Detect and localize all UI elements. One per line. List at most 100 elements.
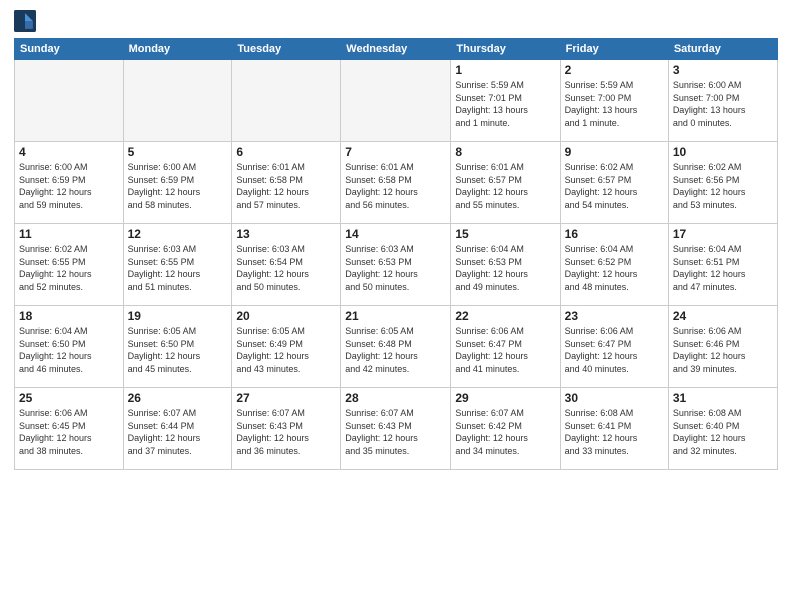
day-info: Sunrise: 6:07 AM Sunset: 6:43 PM Dayligh… [236, 407, 336, 457]
weekday-header: Saturday [668, 39, 777, 60]
day-number: 8 [455, 145, 555, 159]
day-info: Sunrise: 6:07 AM Sunset: 6:43 PM Dayligh… [345, 407, 446, 457]
weekday-header: Monday [123, 39, 232, 60]
day-number: 2 [565, 63, 664, 77]
day-number: 10 [673, 145, 773, 159]
weekday-header: Thursday [451, 39, 560, 60]
calendar-cell: 11 Sunrise: 6:02 AM Sunset: 6:55 PM Dayli… [15, 224, 124, 306]
day-number: 26 [128, 391, 228, 405]
day-info: Sunrise: 6:05 AM Sunset: 6:48 PM Dayligh… [345, 325, 446, 375]
calendar-cell: 9 Sunrise: 6:02 AM Sunset: 6:57 PM Daylig… [560, 142, 668, 224]
calendar-cell: 15 Sunrise: 6:04 AM Sunset: 6:53 PM Dayli… [451, 224, 560, 306]
day-number: 11 [19, 227, 119, 241]
day-number: 25 [19, 391, 119, 405]
day-info: Sunrise: 6:05 AM Sunset: 6:50 PM Dayligh… [128, 325, 228, 375]
calendar-cell [15, 60, 124, 142]
calendar-cell: 30 Sunrise: 6:08 AM Sunset: 6:41 PM Dayli… [560, 388, 668, 470]
day-info: Sunrise: 5:59 AM Sunset: 7:00 PM Dayligh… [565, 79, 664, 129]
day-info: Sunrise: 6:00 AM Sunset: 6:59 PM Dayligh… [19, 161, 119, 211]
day-number: 23 [565, 309, 664, 323]
day-number: 15 [455, 227, 555, 241]
calendar-cell: 31 Sunrise: 6:08 AM Sunset: 6:40 PM Dayli… [668, 388, 777, 470]
day-info: Sunrise: 6:07 AM Sunset: 6:42 PM Dayligh… [455, 407, 555, 457]
day-info: Sunrise: 6:01 AM Sunset: 6:57 PM Dayligh… [455, 161, 555, 211]
day-info: Sunrise: 6:04 AM Sunset: 6:50 PM Dayligh… [19, 325, 119, 375]
calendar-cell: 26 Sunrise: 6:07 AM Sunset: 6:44 PM Dayli… [123, 388, 232, 470]
day-info: Sunrise: 6:04 AM Sunset: 6:53 PM Dayligh… [455, 243, 555, 293]
calendar-week-row: 25Sunrise: 6:06 AM Sunset: 6:45 PM Dayli… [15, 388, 778, 470]
weekday-header: Sunday [15, 39, 124, 60]
calendar-cell [341, 60, 451, 142]
day-info: Sunrise: 6:01 AM Sunset: 6:58 PM Dayligh… [345, 161, 446, 211]
day-info: Sunrise: 6:06 AM Sunset: 6:47 PM Dayligh… [565, 325, 664, 375]
day-number: 19 [128, 309, 228, 323]
day-number: 1 [455, 63, 555, 77]
day-number: 7 [345, 145, 446, 159]
calendar-cell: 23 Sunrise: 6:06 AM Sunset: 6:47 PM Dayli… [560, 306, 668, 388]
day-info: Sunrise: 6:06 AM Sunset: 6:47 PM Dayligh… [455, 325, 555, 375]
day-info: Sunrise: 6:04 AM Sunset: 6:52 PM Dayligh… [565, 243, 664, 293]
day-info: Sunrise: 6:01 AM Sunset: 6:58 PM Dayligh… [236, 161, 336, 211]
day-number: 3 [673, 63, 773, 77]
calendar-cell: 14Sunrise: 6:03 AM Sunset: 6:53 PM Dayli… [341, 224, 451, 306]
calendar-cell [123, 60, 232, 142]
day-info: Sunrise: 6:00 AM Sunset: 7:00 PM Dayligh… [673, 79, 773, 129]
day-number: 13 [236, 227, 336, 241]
calendar-cell: 20 Sunrise: 6:05 AM Sunset: 6:49 PM Dayli… [232, 306, 341, 388]
calendar-cell: 12Sunrise: 6:03 AM Sunset: 6:55 PM Dayli… [123, 224, 232, 306]
day-info: Sunrise: 6:02 AM Sunset: 6:55 PM Dayligh… [19, 243, 119, 293]
day-info: Sunrise: 6:08 AM Sunset: 6:40 PM Dayligh… [673, 407, 773, 457]
calendar-cell: 2 Sunrise: 5:59 AM Sunset: 7:00 PM Daylig… [560, 60, 668, 142]
calendar-cell: 25Sunrise: 6:06 AM Sunset: 6:45 PM Dayli… [15, 388, 124, 470]
calendar-cell: 21 Sunrise: 6:05 AM Sunset: 6:48 PM Dayli… [341, 306, 451, 388]
day-info: Sunrise: 6:07 AM Sunset: 6:44 PM Dayligh… [128, 407, 228, 457]
calendar-table: SundayMondayTuesdayWednesdayThursdayFrid… [14, 38, 778, 470]
calendar-cell: 29Sunrise: 6:07 AM Sunset: 6:42 PM Dayli… [451, 388, 560, 470]
calendar-week-row: 11 Sunrise: 6:02 AM Sunset: 6:55 PM Dayli… [15, 224, 778, 306]
calendar-cell: 1 Sunrise: 5:59 AM Sunset: 7:01 PM Daylig… [451, 60, 560, 142]
day-number: 31 [673, 391, 773, 405]
day-number: 9 [565, 145, 664, 159]
day-number: 28 [345, 391, 446, 405]
day-info: Sunrise: 6:02 AM Sunset: 6:56 PM Dayligh… [673, 161, 773, 211]
day-info: Sunrise: 5:59 AM Sunset: 7:01 PM Dayligh… [455, 79, 555, 129]
calendar-cell [232, 60, 341, 142]
day-number: 27 [236, 391, 336, 405]
day-number: 14 [345, 227, 446, 241]
weekday-header: Friday [560, 39, 668, 60]
logo-icon [14, 10, 36, 32]
weekday-header: Wednesday [341, 39, 451, 60]
day-info: Sunrise: 6:05 AM Sunset: 6:49 PM Dayligh… [236, 325, 336, 375]
calendar-cell: 16 Sunrise: 6:04 AM Sunset: 6:52 PM Dayli… [560, 224, 668, 306]
day-number: 22 [455, 309, 555, 323]
calendar-week-row: 18 Sunrise: 6:04 AM Sunset: 6:50 PM Dayli… [15, 306, 778, 388]
calendar-cell: 3 Sunrise: 6:00 AM Sunset: 7:00 PM Daylig… [668, 60, 777, 142]
calendar-cell: 10 Sunrise: 6:02 AM Sunset: 6:56 PM Dayli… [668, 142, 777, 224]
day-info: Sunrise: 6:02 AM Sunset: 6:57 PM Dayligh… [565, 161, 664, 211]
calendar-cell: 22 Sunrise: 6:06 AM Sunset: 6:47 PM Dayli… [451, 306, 560, 388]
calendar-cell: 19 Sunrise: 6:05 AM Sunset: 6:50 PM Dayli… [123, 306, 232, 388]
calendar-week-row: 4Sunrise: 6:00 AM Sunset: 6:59 PM Daylig… [15, 142, 778, 224]
calendar-cell: 8 Sunrise: 6:01 AM Sunset: 6:57 PM Daylig… [451, 142, 560, 224]
weekday-header: Tuesday [232, 39, 341, 60]
day-info: Sunrise: 6:03 AM Sunset: 6:54 PM Dayligh… [236, 243, 336, 293]
day-info: Sunrise: 6:06 AM Sunset: 6:46 PM Dayligh… [673, 325, 773, 375]
day-number: 17 [673, 227, 773, 241]
calendar-cell: 27 Sunrise: 6:07 AM Sunset: 6:43 PM Dayli… [232, 388, 341, 470]
weekday-header-row: SundayMondayTuesdayWednesdayThursdayFrid… [15, 39, 778, 60]
calendar-cell: 24Sunrise: 6:06 AM Sunset: 6:46 PM Dayli… [668, 306, 777, 388]
day-info: Sunrise: 6:00 AM Sunset: 6:59 PM Dayligh… [128, 161, 228, 211]
calendar-cell: 28 Sunrise: 6:07 AM Sunset: 6:43 PM Dayli… [341, 388, 451, 470]
day-info: Sunrise: 6:08 AM Sunset: 6:41 PM Dayligh… [565, 407, 664, 457]
day-info: Sunrise: 6:04 AM Sunset: 6:51 PM Dayligh… [673, 243, 773, 293]
day-number: 5 [128, 145, 228, 159]
day-number: 18 [19, 309, 119, 323]
day-number: 16 [565, 227, 664, 241]
day-number: 21 [345, 309, 446, 323]
calendar-cell: 5 Sunrise: 6:00 AM Sunset: 6:59 PM Daylig… [123, 142, 232, 224]
day-number: 6 [236, 145, 336, 159]
day-number: 20 [236, 309, 336, 323]
day-number: 30 [565, 391, 664, 405]
logo [14, 10, 40, 32]
calendar-week-row: 1 Sunrise: 5:59 AM Sunset: 7:01 PM Daylig… [15, 60, 778, 142]
